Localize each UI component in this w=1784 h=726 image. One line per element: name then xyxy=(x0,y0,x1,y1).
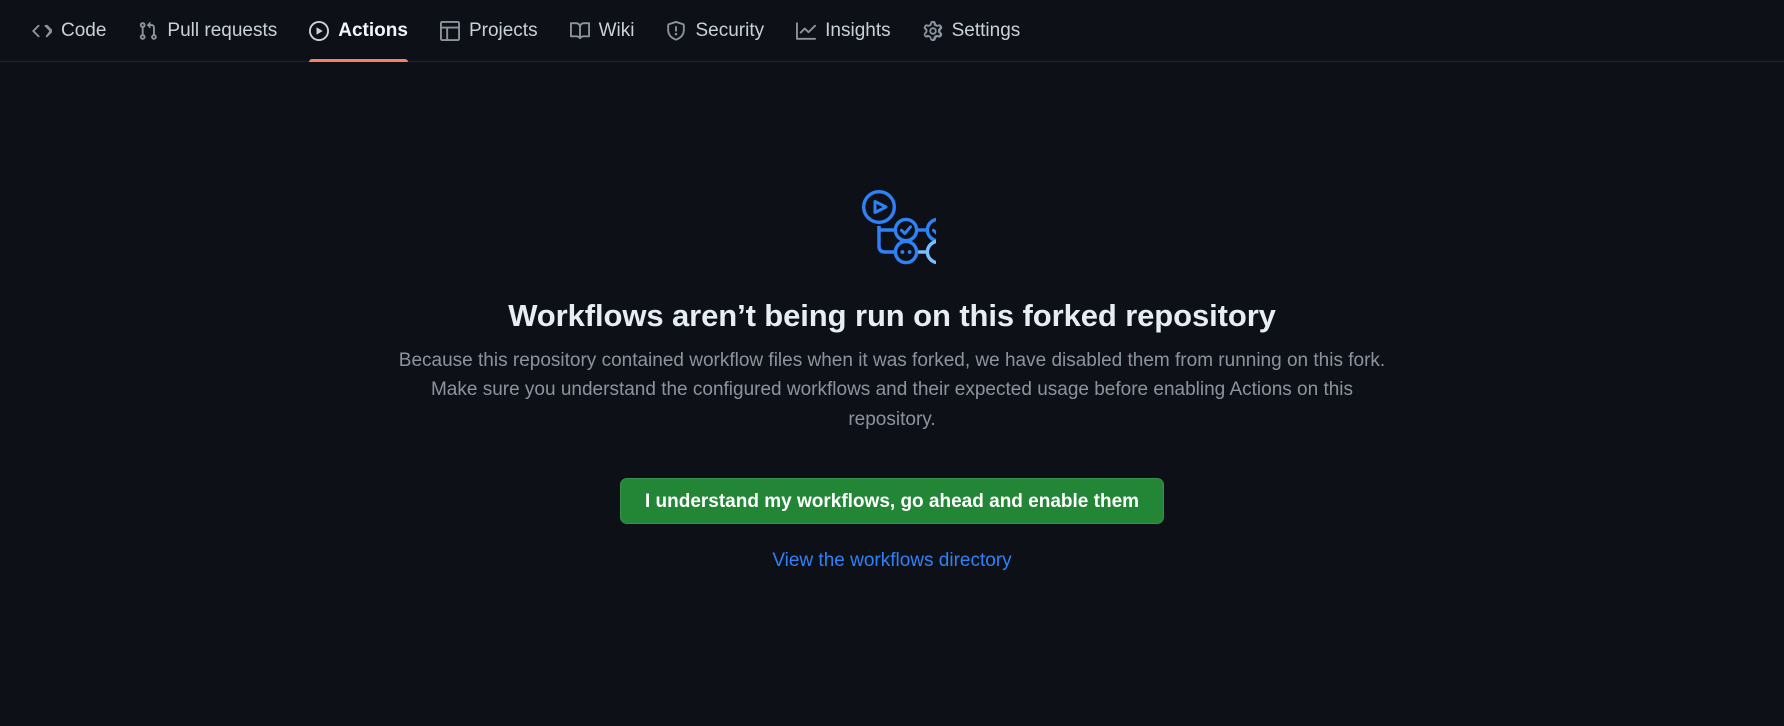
blankslate-secondary-action: View the workflows directory xyxy=(377,550,1407,572)
nav-item-label: Actions xyxy=(338,20,408,41)
graph-icon xyxy=(796,21,817,41)
main-content: Workflows aren’t being run on this forke… xyxy=(0,62,1784,726)
nav-item-insights[interactable]: Insights xyxy=(780,0,906,62)
blankslate-actions: I understand my workflows, go ahead and … xyxy=(377,478,1407,525)
nav-item-projects[interactable]: Projects xyxy=(424,0,554,62)
shield-icon xyxy=(666,20,686,41)
view-workflows-directory-link[interactable]: View the workflows directory xyxy=(772,550,1011,571)
nav-item-label: Code xyxy=(61,20,107,41)
book-icon xyxy=(569,21,590,41)
repository-nav: Code Pull requests Actions Projects Wiki… xyxy=(0,0,1784,62)
play-icon xyxy=(309,20,330,41)
nav-item-settings[interactable]: Settings xyxy=(907,0,1037,62)
page-title: Workflows aren’t being run on this forke… xyxy=(508,298,1276,333)
selected-tab-underline xyxy=(309,58,408,62)
nav-item-label: Projects xyxy=(468,20,538,41)
nav-item-label: Pull requests xyxy=(167,20,278,41)
workflow-graph-icon xyxy=(377,182,1407,270)
gear-icon xyxy=(923,20,943,41)
code-icon xyxy=(32,21,52,41)
nav-item-label: Insights xyxy=(825,20,891,41)
nav-item-label: Settings xyxy=(951,20,1021,41)
nav-item-label: Wiki xyxy=(598,20,635,41)
nav-item-label: Security xyxy=(695,20,765,41)
nav-item-code[interactable]: Code xyxy=(16,0,122,62)
git-pull-request-icon xyxy=(138,21,158,41)
blankslate-description: Because this repository contained workfl… xyxy=(398,350,1386,430)
table-icon xyxy=(439,20,460,41)
nav-item-pull-requests[interactable]: Pull requests xyxy=(122,0,293,62)
actions-blankslate: Workflows aren’t being run on this forke… xyxy=(377,62,1407,726)
enable-workflows-button[interactable]: I understand my workflows, go ahead and … xyxy=(619,478,1165,525)
nav-item-actions[interactable]: Actions xyxy=(293,0,424,62)
nav-item-security[interactable]: Security xyxy=(650,0,780,62)
nav-item-wiki[interactable]: Wiki xyxy=(554,0,651,62)
